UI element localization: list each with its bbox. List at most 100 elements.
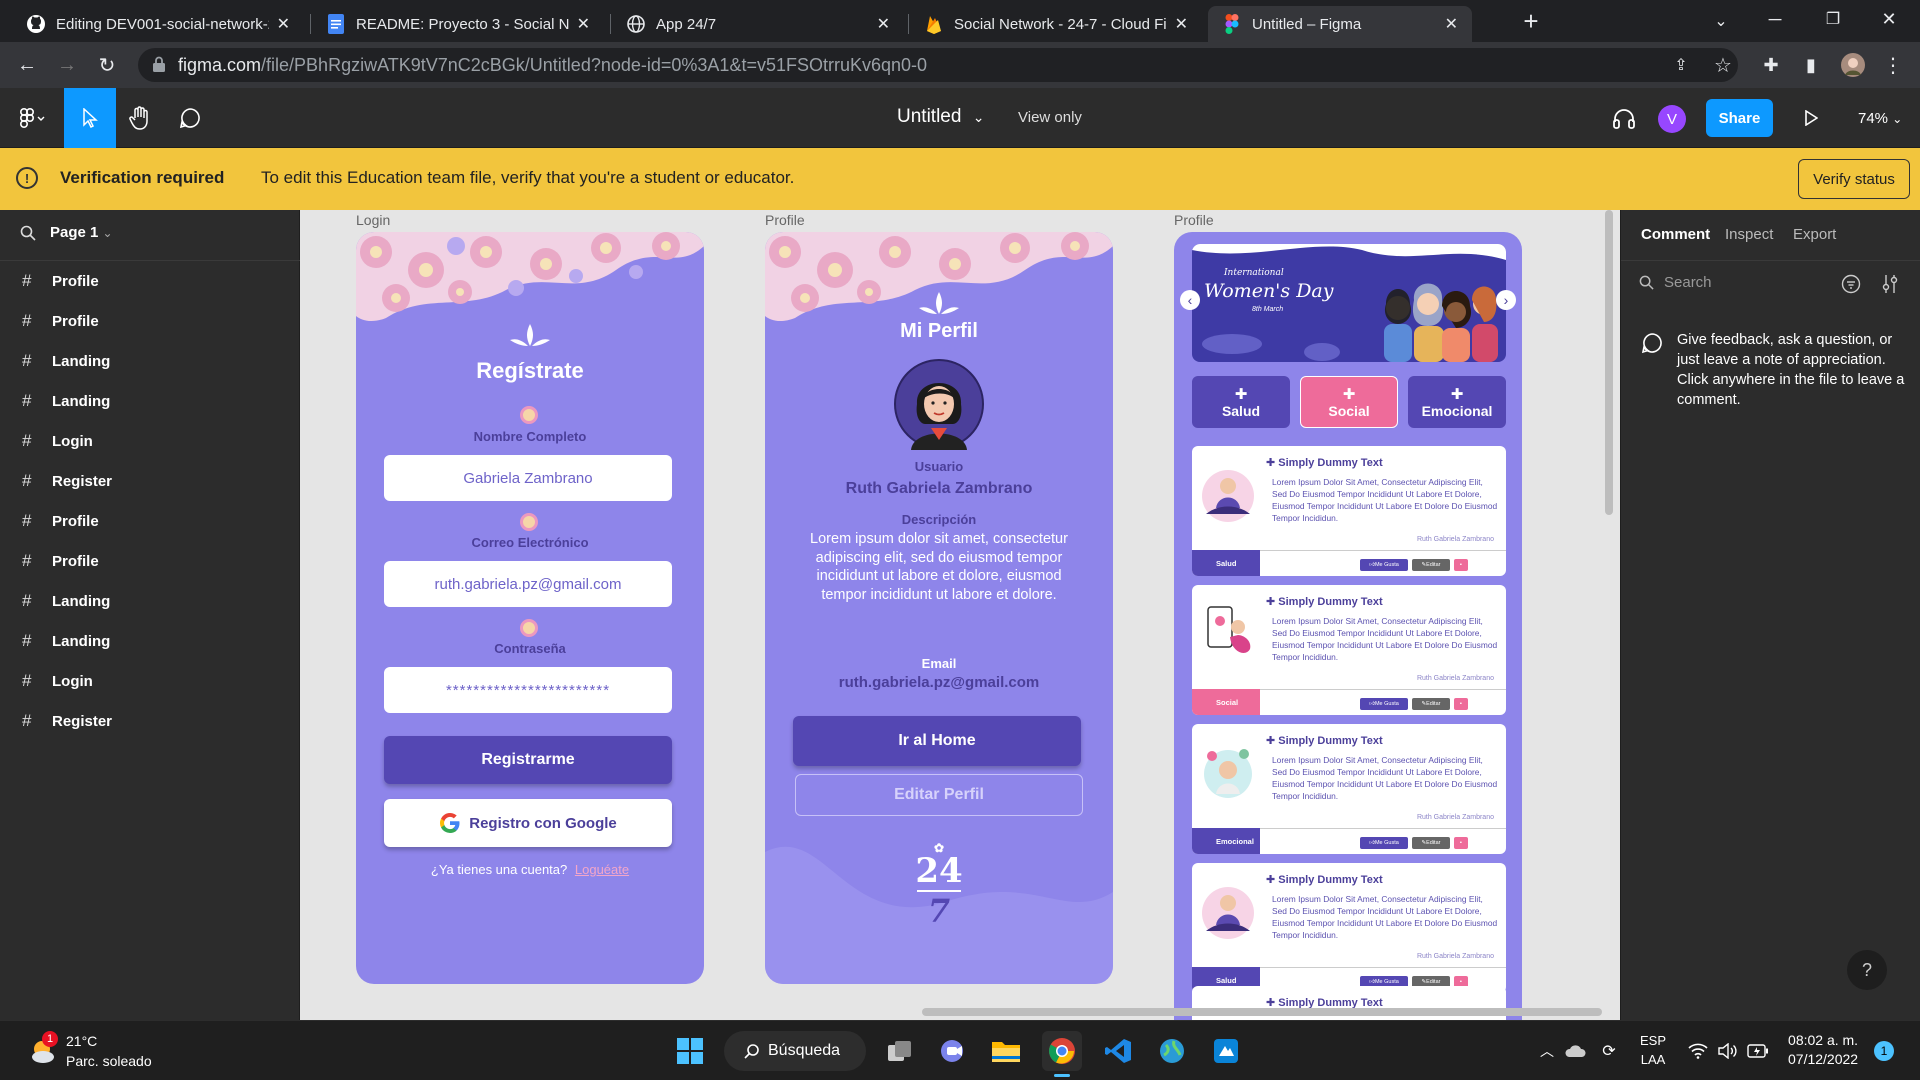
close-icon[interactable]: ✕ xyxy=(577,14,590,34)
carousel-next-icon[interactable]: › xyxy=(1496,290,1516,310)
layer-item[interactable]: # Profile xyxy=(0,301,300,341)
verify-status-button[interactable]: Verify status xyxy=(1798,159,1910,199)
post-card[interactable]: ✚ Simply Dummy Text Lorem Ipsum Dolor Sit… xyxy=(1192,724,1506,854)
minimize-button[interactable]: ─ xyxy=(1762,6,1788,32)
battery-icon[interactable] xyxy=(1744,1031,1772,1071)
present-play-icon[interactable] xyxy=(1796,88,1826,148)
google-register-button[interactable]: Registro con Google xyxy=(384,799,672,847)
frame-label-profile[interactable]: Profile xyxy=(765,212,805,228)
notification-badge[interactable]: 1 xyxy=(1874,1041,1894,1061)
frame-feed[interactable]: International Women's Day 8th March ‹ › … xyxy=(1174,232,1522,1020)
help-button[interactable]: ? xyxy=(1847,950,1887,990)
page-selector[interactable]: Page 1 ⌄ xyxy=(20,224,113,241)
layer-item[interactable]: # Profile xyxy=(0,261,300,301)
password-input[interactable]: ************************ xyxy=(384,667,672,713)
frame-label-login[interactable]: Login xyxy=(356,212,390,228)
tab-inspect[interactable]: Inspect xyxy=(1725,226,1773,243)
bookmark-star-icon[interactable]: ☆ xyxy=(1710,52,1736,78)
tab-app[interactable]: App 24/7 ✕ xyxy=(612,6,904,42)
layer-item[interactable]: # Landing xyxy=(0,381,300,421)
figma-menu-icon[interactable] xyxy=(8,88,56,148)
vertical-scrollbar[interactable] xyxy=(1605,210,1613,515)
close-icon[interactable]: ✕ xyxy=(877,14,890,34)
tab-export[interactable]: Export xyxy=(1793,226,1836,243)
post-card[interactable]: ✚ Simply Dummy Text Lorem Ipsum Dolor Sit… xyxy=(1192,863,1506,993)
reload-icon[interactable]: ↻ xyxy=(94,52,120,78)
document-title[interactable]: Untitled ⌄ xyxy=(897,106,984,128)
layer-item[interactable]: # Register xyxy=(0,701,300,741)
horizontal-scrollbar[interactable] xyxy=(922,1008,1602,1016)
like-button[interactable]: 👍︎ Me Gusta xyxy=(1360,698,1408,710)
chevron-up-icon[interactable]: ︿ xyxy=(1534,1031,1560,1071)
settings-sliders-icon[interactable] xyxy=(1881,274,1899,294)
go-home-button[interactable]: Ir al Home xyxy=(793,716,1081,766)
tab-github[interactable]: Editing DEV001-social-network-2 ✕ xyxy=(12,6,304,42)
layer-item[interactable]: # Profile xyxy=(0,501,300,541)
taskbar-search[interactable]: Búsqueda xyxy=(724,1031,866,1071)
segment-social[interactable]: ✚ Social xyxy=(1300,376,1398,428)
email-input[interactable]: ruth.gabriela.pz@gmail.com xyxy=(384,561,672,607)
comment-tool-icon[interactable] xyxy=(166,88,214,148)
login-link[interactable]: Loguéate xyxy=(575,862,629,877)
profile-avatar[interactable] xyxy=(1840,52,1866,78)
volume-icon[interactable] xyxy=(1714,1031,1742,1071)
edit-post-button[interactable]: ✎ Editar xyxy=(1412,559,1450,571)
layer-item[interactable]: # Register xyxy=(0,461,300,501)
layer-item[interactable]: # Landing xyxy=(0,581,300,621)
tab-firebase[interactable]: Social Network - 24-7 - Cloud Fir ✕ xyxy=(910,6,1202,42)
chrome-icon[interactable] xyxy=(1042,1031,1082,1077)
restore-button[interactable]: ❐ xyxy=(1820,6,1846,32)
store-app-icon[interactable] xyxy=(1206,1031,1246,1071)
teams-chat-icon[interactable] xyxy=(932,1031,972,1071)
task-view-icon[interactable] xyxy=(880,1031,920,1071)
frame-label-feed[interactable]: Profile xyxy=(1174,212,1214,228)
wifi-icon[interactable] xyxy=(1684,1031,1712,1071)
layer-item[interactable]: # Landing xyxy=(0,341,300,381)
move-tool-icon[interactable] xyxy=(64,88,116,148)
full-name-input[interactable]: Gabriela Zambrano xyxy=(384,455,672,501)
close-icon[interactable]: ✕ xyxy=(1175,14,1188,34)
close-icon[interactable]: ✕ xyxy=(1445,14,1458,34)
close-window-button[interactable]: ✕ xyxy=(1876,6,1902,32)
vscode-icon[interactable] xyxy=(1098,1031,1138,1071)
file-explorer-icon[interactable] xyxy=(986,1031,1026,1071)
system-clock[interactable]: 08:02 a. m. 07/12/2022 xyxy=(1788,1031,1858,1069)
sync-icon[interactable]: ⟳ xyxy=(1596,1031,1622,1071)
share-button[interactable]: Share xyxy=(1706,99,1773,137)
windows-start-icon[interactable] xyxy=(670,1031,710,1071)
layer-item[interactable]: # Login xyxy=(0,661,300,701)
womens-day-carousel[interactable]: International Women's Day 8th March xyxy=(1192,244,1506,362)
edit-profile-button[interactable]: Editar Perfil xyxy=(795,774,1083,816)
frame-profile[interactable]: Mi Perfil Usuario Ruth Gabriela Zambrano… xyxy=(765,232,1113,984)
like-button[interactable]: 👍︎ Me Gusta xyxy=(1360,559,1408,571)
layer-item[interactable]: # Profile xyxy=(0,541,300,581)
figma-canvas[interactable]: Login Regístrate Nombre Completo Gabriel… xyxy=(300,210,1620,1020)
register-button[interactable]: Registrarme xyxy=(384,736,672,784)
delete-trash-icon[interactable]: ▪ xyxy=(1454,837,1468,849)
edit-post-button[interactable]: ✎ Editar xyxy=(1412,698,1450,710)
user-avatar[interactable]: V xyxy=(1658,105,1686,133)
tab-search-icon[interactable]: ⌄ xyxy=(1708,8,1734,34)
language-indicator[interactable]: ESP LAA xyxy=(1640,1031,1666,1069)
delete-trash-icon[interactable]: ▪ xyxy=(1454,698,1468,710)
forward-icon[interactable]: → xyxy=(54,52,80,78)
segment-salud[interactable]: ✚ Salud xyxy=(1192,376,1290,428)
zoom-level[interactable]: 74% ⌄ xyxy=(1858,110,1902,127)
edit-post-button[interactable]: ✎ Editar xyxy=(1412,837,1450,849)
hand-tool-icon[interactable] xyxy=(116,88,164,148)
onedrive-icon[interactable] xyxy=(1562,1031,1588,1071)
extensions-icon[interactable]: ✚ xyxy=(1758,52,1784,78)
post-card[interactable]: ✚ Simply Dummy Text Lorem Ipsum Dolor Sit… xyxy=(1192,446,1506,576)
share-page-icon[interactable]: ⇪ xyxy=(1668,52,1694,78)
tab-comment[interactable]: Comment xyxy=(1641,226,1710,243)
back-icon[interactable]: ← xyxy=(14,52,40,78)
like-button[interactable]: 👍︎ Me Gusta xyxy=(1360,837,1408,849)
segment-emocional[interactable]: ✚ Emocional xyxy=(1408,376,1506,428)
side-panel-icon[interactable]: ▮ xyxy=(1798,52,1824,78)
url-field[interactable]: figma.com/file/PBhRgziwATK9tV7nC2cBGk/Un… xyxy=(138,48,1738,82)
close-icon[interactable]: ✕ xyxy=(277,14,290,34)
menu-kebab-icon[interactable]: ⋮ xyxy=(1880,52,1906,78)
layer-item[interactable]: # Login xyxy=(0,421,300,461)
search-icon[interactable] xyxy=(20,225,36,241)
delete-trash-icon[interactable]: ▪ xyxy=(1454,559,1468,571)
